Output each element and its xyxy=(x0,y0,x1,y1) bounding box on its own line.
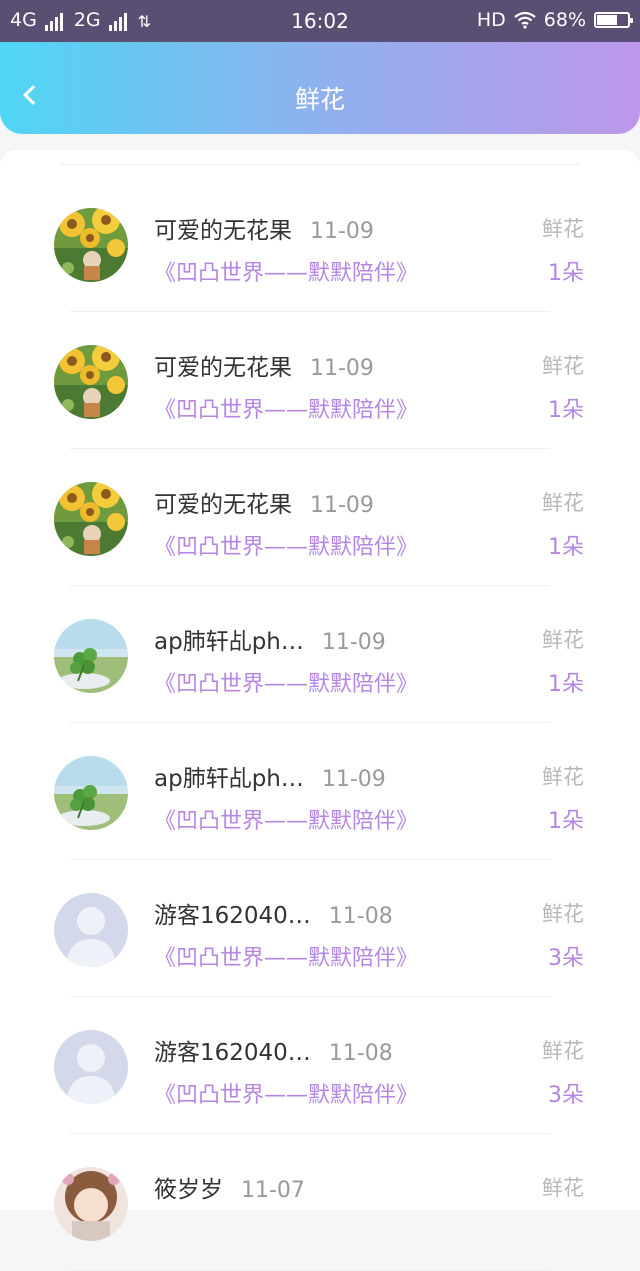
user-name[interactable]: 可爱的无花果 xyxy=(154,211,292,245)
list-item[interactable]: 游客162040… 11-08 《凹凸世界——默默陪伴》 鲜花 3朵 xyxy=(0,860,640,997)
gift-count: 1朵 xyxy=(548,398,584,423)
list-item[interactable]: 游客162040… 11-08 《凹凸世界——默默陪伴》 鲜花 3朵 xyxy=(0,997,640,1134)
list-item[interactable]: 可爱的无花果 11-09 《凹凸世界——默默陪伴》 鲜花 1朵 xyxy=(0,312,640,449)
top-bar: 4G 2G ⇅ 16:02 HD 68% 鲜花 xyxy=(0,0,640,134)
user-name[interactable]: 游客162040… xyxy=(154,1033,311,1067)
gift-type: 鲜花 xyxy=(542,217,584,241)
gift-type: 鲜花 xyxy=(542,1039,584,1063)
item-header: 可爱的无花果 11-09 xyxy=(154,485,374,519)
gift-type: 鲜花 xyxy=(542,628,584,652)
page-title: 鲜花 xyxy=(294,85,345,114)
item-header: 游客162040… 11-08 xyxy=(154,896,393,930)
battery-icon xyxy=(594,12,633,28)
user-name[interactable]: 游客162040… xyxy=(154,896,311,930)
status-bar: 4G 2G ⇅ 16:02 HD 68% xyxy=(0,0,640,42)
hd-label: HD xyxy=(476,9,506,31)
avatar[interactable] xyxy=(54,345,128,419)
avatar[interactable] xyxy=(54,1167,128,1241)
item-date: 11-09 xyxy=(321,767,386,792)
user-name[interactable]: 筱岁岁 xyxy=(154,1170,223,1204)
avatar[interactable] xyxy=(54,1030,128,1104)
gift-count: 3朵 xyxy=(548,1083,584,1108)
item-date: 11-09 xyxy=(310,493,374,518)
list-item[interactable]: ap肺轩乩ph… 11-09 《凹凸世界——默默陪伴》 鲜花 1朵 xyxy=(0,586,640,723)
gift-type: 鲜花 xyxy=(542,354,584,378)
item-header: 可爱的无花果 11-09 xyxy=(154,348,374,382)
user-name[interactable]: 可爱的无花果 xyxy=(154,485,292,519)
gift-type: 鲜花 xyxy=(542,902,584,926)
item-date: 11-09 xyxy=(321,630,386,655)
item-header: 可爱的无花果 11-09 xyxy=(154,211,374,245)
avatar[interactable] xyxy=(54,756,128,830)
gift-name: 《凹凸世界——默默陪伴》 xyxy=(154,535,419,560)
avatar[interactable] xyxy=(54,893,128,967)
gift-type: 鲜花 xyxy=(542,1176,584,1200)
gift-type: 鲜花 xyxy=(542,491,584,515)
gift-type: 鲜花 xyxy=(542,765,584,789)
avatar[interactable] xyxy=(54,208,128,282)
gift-count: 1朵 xyxy=(548,672,584,697)
gift-name: 《凹凸世界——默默陪伴》 xyxy=(154,672,419,697)
gift-count: 1朵 xyxy=(548,809,584,834)
avatar[interactable] xyxy=(54,482,128,556)
list-item[interactable]: 可爱的无花果 11-09 《凹凸世界——默默陪伴》 鲜花 1朵 xyxy=(0,449,640,586)
flower-list: 可爱的无花果 11-09 《凹凸世界——默默陪伴》 鲜花 1朵 可爱的无花果 1… xyxy=(0,175,640,1271)
list-item[interactable]: 可爱的无花果 11-09 《凹凸世界——默默陪伴》 鲜花 1朵 xyxy=(0,175,640,312)
user-name[interactable]: 可爱的无花果 xyxy=(154,348,292,382)
gift-count: 1朵 xyxy=(548,261,584,286)
divider xyxy=(60,164,580,165)
list-item[interactable]: ap肺轩乩ph… 11-09 《凹凸世界——默默陪伴》 鲜花 1朵 xyxy=(0,723,640,860)
gift-count: 1朵 xyxy=(548,535,584,560)
item-date: 11-08 xyxy=(328,1041,393,1066)
gift-name: 《凹凸世界——默默陪伴》 xyxy=(154,1083,419,1108)
gift-name: 《凹凸世界——默默陪伴》 xyxy=(154,398,419,423)
status-right: HD 68% xyxy=(476,9,633,31)
battery-percent: 68% xyxy=(543,9,586,31)
item-date: 11-09 xyxy=(310,356,374,381)
gift-name: 《凹凸世界——默默陪伴》 xyxy=(154,809,419,834)
user-name[interactable]: ap肺轩乩ph… xyxy=(154,622,304,656)
item-date: 11-08 xyxy=(328,904,393,929)
battery-fill xyxy=(597,15,618,25)
gift-name: 《凹凸世界——默默陪伴》 xyxy=(154,261,419,286)
item-date: 11-07 xyxy=(241,1178,305,1203)
gift-name: 《凹凸世界——默默陪伴》 xyxy=(154,946,419,971)
list-item[interactable]: 筱岁岁 11-07 鲜花 xyxy=(0,1134,640,1271)
item-date: 11-09 xyxy=(310,219,374,244)
gift-count: 3朵 xyxy=(548,946,584,971)
wifi-icon xyxy=(514,11,536,29)
item-header: 筱岁岁 11-07 xyxy=(154,1170,305,1204)
item-header: 游客162040… 11-08 xyxy=(154,1033,393,1067)
item-header: ap肺轩乩ph… 11-09 xyxy=(154,622,386,656)
user-name[interactable]: ap肺轩乩ph… xyxy=(154,759,304,793)
avatar[interactable] xyxy=(54,619,128,693)
item-header: ap肺轩乩ph… 11-09 xyxy=(154,759,386,793)
